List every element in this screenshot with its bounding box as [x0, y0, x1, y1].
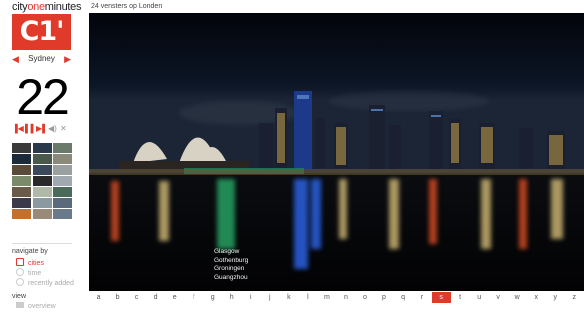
skip-back-icon[interactable]: ▐◀ — [12, 124, 24, 134]
logo[interactable]: C1' — [12, 14, 71, 50]
shuffle-icon[interactable]: ✕ — [60, 124, 67, 134]
clock-icon — [16, 268, 24, 276]
city-photo[interactable] — [89, 13, 584, 291]
thumbnail[interactable] — [32, 198, 52, 208]
city-list: Glasgow Gothenburg Groningen Guangzhou — [214, 248, 248, 282]
thumbnail[interactable] — [12, 198, 31, 208]
thumbnail[interactable] — [53, 154, 72, 164]
alphabet-nav: abcdefghijklmnopqrstuvwxyz — [89, 292, 584, 303]
brand-highlight: one — [27, 1, 45, 13]
letter-link[interactable]: p — [374, 292, 393, 303]
nav-item-label: recently added — [28, 280, 74, 287]
letter-link[interactable]: v — [489, 292, 508, 303]
brand-suffix: minutes — [44, 1, 82, 13]
letter-link[interactable]: m — [317, 292, 336, 303]
nav-item-time[interactable]: time — [16, 268, 41, 278]
thumbnail[interactable] — [53, 187, 72, 197]
letter-link[interactable]: n — [336, 292, 355, 303]
nav-item-cities[interactable]: cities — [16, 258, 44, 268]
letter-link[interactable]: o — [355, 292, 374, 303]
letter-link[interactable]: i — [241, 292, 260, 303]
nav-item-label: time — [28, 270, 42, 277]
view-item-overview[interactable]: overview — [16, 302, 56, 312]
letter-link[interactable]: d — [146, 292, 165, 303]
thumbnail[interactable] — [32, 154, 52, 164]
volume-icon[interactable]: ◀) — [48, 124, 57, 134]
city-link[interactable]: Gothenburg — [214, 257, 248, 266]
sydney-skyline-image — [89, 13, 584, 291]
thumbnail[interactable] — [53, 176, 72, 186]
brand-prefix: city — [12, 1, 28, 13]
thumbnail[interactable] — [53, 165, 72, 175]
letter-link[interactable]: t — [451, 292, 470, 303]
letter-link[interactable]: f — [184, 292, 203, 303]
view-label: view — [12, 293, 27, 300]
letter-link[interactable]: y — [546, 292, 565, 303]
thumbnail[interactable] — [12, 143, 31, 153]
thumbnail[interactable] — [32, 176, 52, 186]
thumbnail[interactable] — [53, 198, 72, 208]
sidebar: cityoneminutes C1' ◀ Sydney ▶ 22 ▐◀ ▌▌ ▶… — [0, 0, 82, 324]
thumbnail[interactable] — [32, 209, 52, 219]
city-selector: ◀ Sydney ▶ — [12, 53, 71, 65]
nav-item-recently-added[interactable]: recently added — [16, 278, 74, 288]
hour-display: 22 — [16, 69, 70, 125]
letter-link[interactable]: u — [470, 292, 489, 303]
thumbnail[interactable] — [12, 176, 31, 186]
plus-icon — [16, 278, 24, 286]
city-link[interactable]: Guangzhou — [214, 274, 248, 283]
letter-link[interactable]: b — [108, 292, 127, 303]
view-item-label: overview — [28, 303, 56, 310]
pause-icon[interactable]: ▌▌ — [25, 124, 36, 134]
letter-link[interactable]: k — [279, 292, 298, 303]
triangle-right-icon[interactable]: ▶ — [64, 53, 71, 65]
thumbnail[interactable] — [12, 187, 31, 197]
divider — [12, 243, 72, 244]
city-name: Sydney — [28, 54, 55, 63]
thumbnail[interactable] — [12, 165, 31, 175]
thumbnail[interactable] — [12, 209, 31, 219]
letter-link[interactable]: g — [203, 292, 222, 303]
letter-link[interactable]: r — [413, 292, 432, 303]
city-link[interactable]: Groningen — [214, 265, 248, 274]
city-link[interactable]: Glasgow — [214, 248, 248, 257]
letter-link[interactable]: l — [298, 292, 317, 303]
thumbnail[interactable] — [32, 165, 52, 175]
cities-icon — [16, 258, 24, 266]
thumbnail[interactable] — [32, 187, 52, 197]
thumbnail[interactable] — [12, 154, 31, 164]
navigate-label: navigate by — [12, 248, 48, 255]
letter-link[interactable]: q — [394, 292, 413, 303]
thumbnail[interactable] — [53, 209, 72, 219]
brand-wordmark[interactable]: cityoneminutes — [12, 1, 81, 13]
letter-link[interactable]: w — [508, 292, 527, 303]
letter-link[interactable]: c — [127, 292, 146, 303]
player-controls: ▐◀ ▌▌ ▶▌ ◀) ✕ — [12, 124, 72, 134]
overview-icon — [16, 302, 24, 308]
thumbnail[interactable] — [53, 143, 72, 153]
skip-forward-icon[interactable]: ▶▌ — [36, 124, 48, 134]
letter-link[interactable]: h — [222, 292, 241, 303]
letter-link[interactable]: z — [565, 292, 584, 303]
thumbnail-grid — [12, 143, 72, 219]
thumbnail[interactable] — [32, 143, 52, 153]
letter-link[interactable]: x — [527, 292, 546, 303]
letter-link[interactable]: a — [89, 292, 108, 303]
nav-item-label: cities — [28, 260, 44, 267]
page-title: 24 vensters op Londen — [91, 3, 163, 10]
letter-link[interactable]: e — [165, 292, 184, 303]
letter-link[interactable]: j — [260, 292, 279, 303]
letter-link[interactable]: s — [431, 292, 451, 303]
